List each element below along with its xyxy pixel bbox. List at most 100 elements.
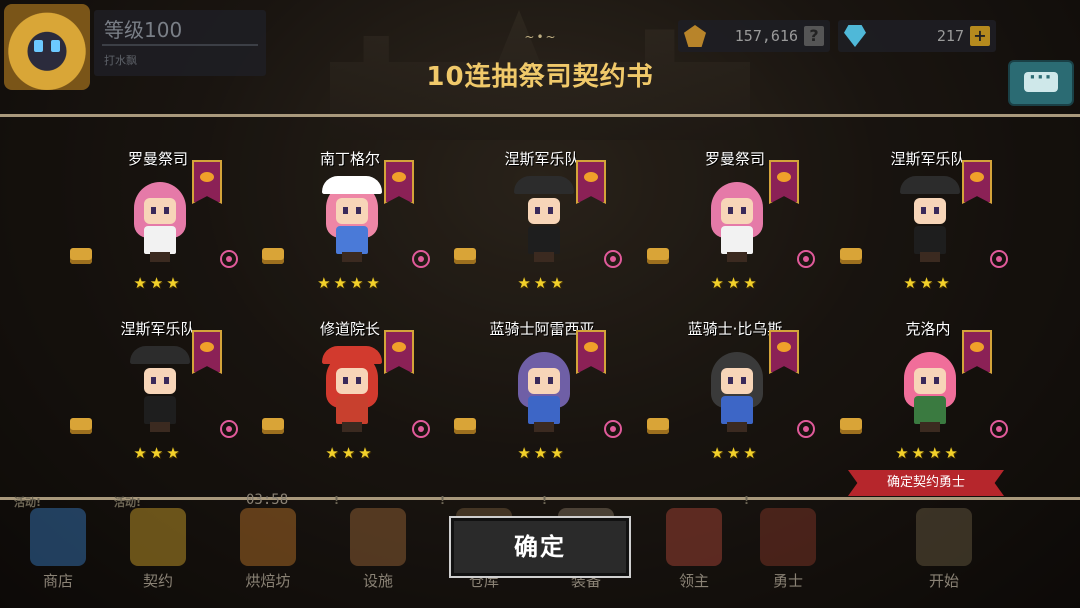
hero-hat: [322, 176, 382, 194]
bakery-timer: 03:58: [246, 492, 289, 508]
class-banner-icon: [192, 330, 222, 374]
nav-badge: !: [542, 494, 548, 507]
hero-legs: [342, 252, 362, 262]
hero-card[interactable]: 罗曼祭司 ★★★: [645, 148, 825, 318]
avatar-eyes: [32, 40, 62, 54]
nav-label: 勇士: [772, 572, 803, 590]
hero-hat: [130, 346, 190, 364]
hero-legs: [727, 252, 747, 262]
scroll-icon: [840, 248, 862, 264]
scroll-icon: [70, 248, 92, 264]
nav-shop[interactable]: 活动! 商店: [12, 496, 104, 608]
hero-face: [336, 198, 368, 224]
hero-card[interactable]: 修道院长 ★★★: [260, 318, 440, 488]
scroll-icon: [262, 248, 284, 264]
hero-body: [336, 396, 368, 424]
nav-label: 烘焙坊: [245, 572, 291, 590]
hero-stars: ★★★★: [317, 274, 383, 292]
hero-stars: ★★★★: [895, 444, 961, 462]
hero-sprite: [320, 346, 384, 434]
scroll-icon: [262, 418, 284, 434]
hero-card[interactable]: 南丁格尔 ★★★★: [260, 148, 440, 318]
hero-body: [528, 226, 560, 254]
hero-card[interactable]: 蓝骑士阿雷西亚 ★★★: [452, 318, 632, 488]
hero-card[interactable]: 涅斯军乐队 ★★★: [838, 148, 1018, 318]
hero-card[interactable]: 蓝骑士·比乌斯 ★★★: [645, 318, 825, 488]
nav-label: 商店: [42, 572, 73, 590]
class-banner-icon: [769, 330, 799, 374]
hero-stars: ★★★: [133, 444, 183, 462]
hero-legs: [150, 252, 170, 262]
hero-sprite: [898, 346, 962, 434]
hero-body: [914, 226, 946, 254]
gold-resource: 157,616 ?: [678, 20, 830, 52]
add-gems-button[interactable]: +: [970, 26, 990, 46]
nav-bakery[interactable]: 烘焙坊: [222, 498, 314, 608]
warrior-icon: [760, 508, 816, 566]
facility-icon: [350, 508, 406, 566]
hero-stars: ★★★: [517, 444, 567, 462]
class-banner-icon: [576, 330, 606, 374]
hero-face: [144, 198, 176, 224]
element-rune-icon: [797, 420, 815, 438]
element-rune-icon: [220, 250, 238, 268]
hero-legs: [534, 252, 554, 262]
hero-legs: [150, 422, 170, 432]
nav-label: 设施: [362, 572, 393, 590]
nav-badge: !: [744, 494, 750, 507]
hero-face: [144, 368, 176, 394]
hero-sprite: [705, 346, 769, 434]
element-rune-icon: [220, 420, 238, 438]
gold-amount: 157,616: [734, 27, 798, 45]
hero-legs: [920, 422, 940, 432]
lord-icon: [666, 508, 722, 566]
gold-help-button[interactable]: ?: [804, 26, 824, 46]
bakery-icon: [240, 508, 296, 566]
nav-label: 契约: [142, 572, 173, 590]
confirm-contract-tag: 确定契约勇士: [848, 470, 1004, 496]
hero-card[interactable]: 涅斯军乐队 ★★★: [452, 148, 632, 318]
hero-legs: [920, 252, 940, 262]
nav-badge: !: [334, 494, 340, 507]
hero-sprite: [512, 346, 576, 434]
hero-card[interactable]: 克洛内 ★★★★: [838, 318, 1018, 488]
hero-hat: [322, 346, 382, 364]
dialog-title: 10连抽祭司契约书: [426, 62, 654, 92]
nav-label: 开始: [928, 572, 959, 590]
gem-icon: [844, 25, 866, 47]
scroll-icon: [647, 248, 669, 264]
hero-card[interactable]: 罗曼祭司 ★★★: [68, 148, 248, 318]
nav-facility[interactable]: ! 设施: [332, 494, 424, 608]
hero-face: [528, 198, 560, 224]
nav-start[interactable]: 开始: [898, 498, 990, 608]
hero-face: [721, 368, 753, 394]
level-label: 等级100: [104, 18, 183, 42]
hero-sprite: [705, 176, 769, 264]
class-banner-icon: [192, 160, 222, 204]
nav-contract[interactable]: 活动! 契约: [112, 496, 204, 608]
confirm-button[interactable]: 确定: [449, 516, 631, 578]
hero-face: [528, 368, 560, 394]
gold-icon: [684, 25, 706, 47]
nav-warrior[interactable]: ! 勇士: [742, 494, 834, 608]
scroll-icon: [454, 418, 476, 434]
nav-badge: 活动!: [114, 496, 142, 509]
hero-sprite: [128, 176, 192, 264]
hero-body: [721, 396, 753, 424]
nav-badge: !: [440, 494, 446, 507]
hero-hat: [900, 176, 960, 194]
title-ornament: ~•~: [524, 30, 558, 44]
nav-badge: 活动!: [14, 496, 42, 509]
class-banner-icon: [962, 330, 992, 374]
hero-sprite: [512, 176, 576, 264]
hero-card[interactable]: 涅斯军乐队 ★★★: [68, 318, 248, 488]
hero-face: [914, 368, 946, 394]
hero-body: [721, 226, 753, 254]
class-banner-icon: [384, 160, 414, 204]
element-rune-icon: [990, 250, 1008, 268]
start-icon: [916, 508, 972, 566]
nav-label: 领主: [678, 572, 709, 590]
hero-body: [336, 226, 368, 254]
scroll-icon: [840, 418, 862, 434]
nav-lord[interactable]: 领主: [648, 498, 740, 608]
